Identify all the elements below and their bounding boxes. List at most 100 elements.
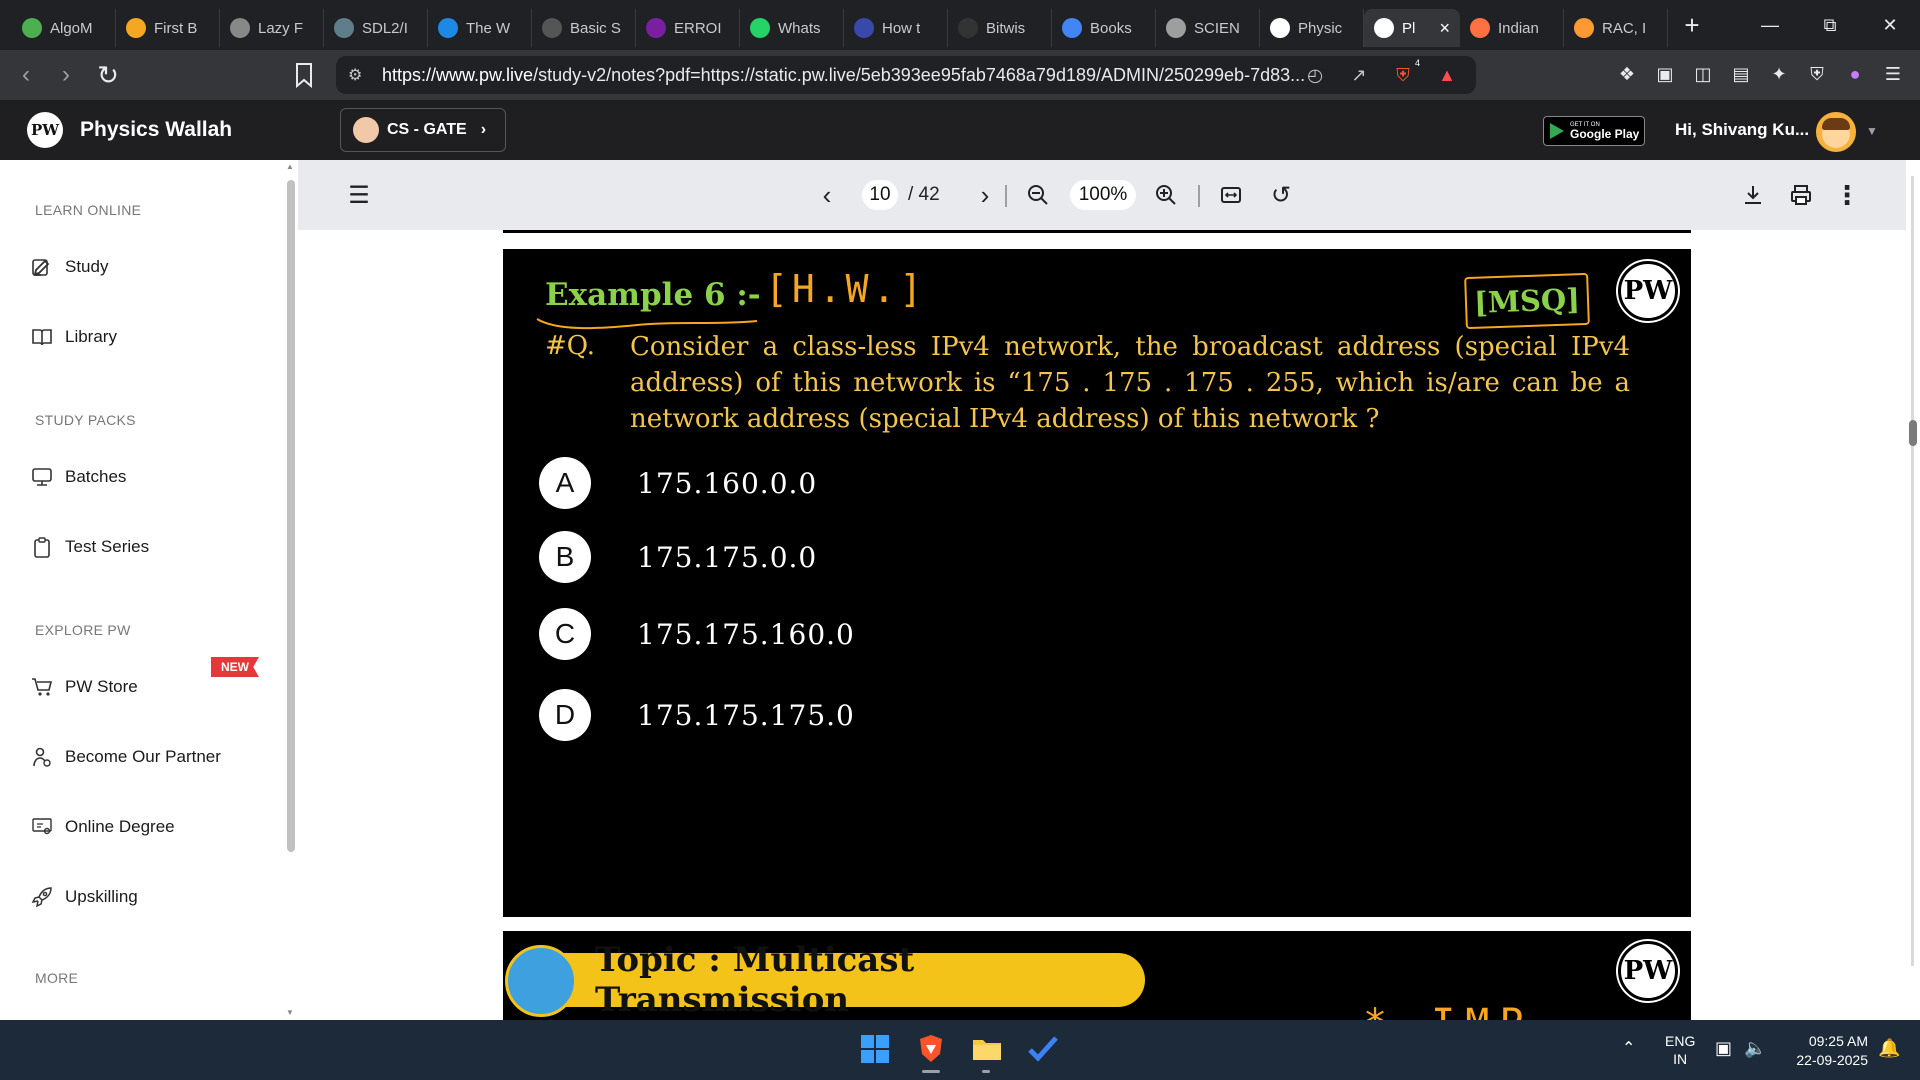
brave-browser-icon[interactable] [914, 1032, 948, 1066]
back-button[interactable]: ‹ [6, 61, 46, 89]
page-number-input[interactable]: 10 [862, 180, 898, 210]
menu-icon[interactable]: ☰ [1882, 62, 1904, 86]
wallet-icon[interactable]: ▤ [1730, 62, 1752, 86]
scroll-up-icon[interactable]: ▲ [286, 162, 294, 171]
leo-ai-icon[interactable]: ✦ [1768, 62, 1790, 86]
section-more: MORE [35, 970, 79, 986]
sidebar-toggle-icon[interactable]: ◫ [1692, 62, 1714, 86]
sidebar-item-label: Become Our Partner [65, 747, 221, 766]
browser-tab[interactable]: Pl × [1364, 9, 1460, 47]
brave-rewards-icon[interactable]: ▲ [1436, 64, 1458, 86]
browser-tab[interactable]: The W [428, 9, 532, 47]
forward-button[interactable]: › [46, 61, 86, 89]
site-settings-icon[interactable]: ⚙ [348, 65, 362, 85]
sidebar-scroll-thumb[interactable] [287, 180, 295, 852]
vpn-icon[interactable]: ⛨ [1806, 62, 1828, 86]
scroll-down-icon[interactable]: ▼ [286, 1008, 294, 1017]
tab-label: RAC, I [1602, 19, 1647, 37]
language-indicator[interactable]: ENG IN [1665, 1032, 1695, 1068]
browser-tab[interactable]: AlgoM [12, 9, 116, 47]
sidebar-item-become-partner[interactable]: Become Our Partner [30, 742, 221, 772]
previous-page-button[interactable]: ‹ [814, 180, 840, 210]
browser-tab[interactable]: Basic S [532, 9, 636, 47]
sidebar-item-pw-store[interactable]: PW Store [30, 672, 138, 702]
zoom-level[interactable]: 100% [1070, 180, 1136, 210]
history-icon[interactable]: ◴ [1304, 64, 1326, 86]
browser-tab[interactable]: SDL2/I [324, 9, 428, 47]
option-b: B 175.175.0.0 [539, 531, 817, 583]
user-greeting[interactable]: Hi, Shivang Ku... [1675, 120, 1809, 140]
minimize-button[interactable]: — [1740, 0, 1800, 50]
browser-tab[interactable]: RAC, I [1564, 9, 1668, 47]
restore-button[interactable]: ⧉ [1800, 0, 1860, 50]
new-tab-button[interactable]: + [1672, 10, 1712, 41]
chevron-up-icon[interactable]: ⌃ [1622, 1038, 1635, 1058]
close-window-button[interactable]: ✕ [1860, 0, 1920, 50]
msq-tag: [MSQ] [1464, 272, 1590, 330]
rotate-icon[interactable]: ↺ [1268, 182, 1294, 209]
close-tab-icon[interactable]: × [1439, 18, 1450, 39]
tab-favicon-icon [854, 18, 874, 38]
browser-tab[interactable]: First B [116, 9, 220, 47]
network-icon[interactable]: ▣ [1715, 1038, 1732, 1059]
sidebar-item-library[interactable]: Library [30, 322, 117, 352]
menu-hamburger-icon[interactable]: ☰ [346, 182, 372, 209]
browser-tab[interactable]: How t [844, 9, 948, 47]
browser-tab[interactable]: Indian [1460, 9, 1564, 47]
tab-label: Bitwis [986, 19, 1026, 37]
browser-tab[interactable]: Whats [740, 9, 844, 47]
address-bar[interactable]: ⚙ https://www.pw.live/study-v2/notes?pdf… [336, 56, 1476, 94]
reload-button[interactable]: ↻ [88, 60, 128, 91]
sidebar-item-label: PW Store [65, 677, 138, 696]
volume-icon[interactable]: 🔈 [1744, 1038, 1766, 1059]
browser-tab[interactable]: Books [1052, 9, 1156, 47]
batch-selector[interactable]: CS - GATE › [340, 108, 506, 152]
brand-name[interactable]: Physics Wallah [80, 118, 232, 142]
brave-shields-icon[interactable]: ⛨ 4 [1392, 58, 1420, 86]
extensions-icon[interactable]: ❖ [1616, 62, 1638, 86]
browser-tab[interactable]: Bitwis [948, 9, 1052, 47]
screenshot-icon[interactable]: ▣ [1654, 62, 1676, 86]
window-controls: — ⧉ ✕ [1740, 0, 1920, 50]
google-play-button[interactable]: GET IT ON Google Play [1543, 116, 1645, 146]
fit-width-icon[interactable] [1218, 182, 1244, 208]
todo-app-icon[interactable] [1026, 1032, 1060, 1066]
pw-logo[interactable]: PW [27, 112, 63, 148]
more-options-icon[interactable]: ⋮ [1834, 180, 1860, 210]
notification-bell-icon[interactable]: 🔔 [1878, 1038, 1900, 1059]
print-icon[interactable] [1788, 182, 1814, 208]
batch-icon [353, 117, 379, 143]
pdf-scroll-track[interactable] [1911, 176, 1914, 966]
sidebar-scrollbar[interactable]: ▲ ▼ [284, 160, 298, 1020]
browser-tab[interactable]: ERROI [636, 9, 740, 47]
sidebar-item-study[interactable]: Study [30, 252, 108, 282]
download-icon[interactable] [1740, 182, 1766, 208]
caret-down-icon[interactable]: ▼ [1866, 124, 1878, 138]
share-icon[interactable]: ↗ [1348, 64, 1370, 86]
option-value: 175.175.175.0 [637, 698, 855, 732]
bookmark-icon[interactable] [293, 60, 315, 90]
zoom-out-icon[interactable] [1025, 182, 1051, 208]
sidebar-item-label: Online Degree [65, 817, 175, 836]
sidebar-item-test-series[interactable]: Test Series [30, 532, 149, 562]
url-text[interactable]: https://www.pw.live/study-v2/notes?pdf=h… [382, 65, 1312, 86]
tab-favicon-icon [958, 18, 978, 38]
pdf-scroll-thumb[interactable] [1909, 420, 1917, 446]
topic-banner: Topic : Multicast Transmission [533, 940, 1145, 1020]
open-app-indicator [982, 1070, 990, 1073]
browser-tab[interactable]: Physic [1260, 9, 1364, 47]
sidebar-item-upskilling[interactable]: Upskilling [30, 882, 138, 912]
browser-tab[interactable]: Lazy F [220, 9, 324, 47]
clock[interactable]: 09:25 AM 22-09-2025 [1788, 1032, 1868, 1070]
sidebar-item-online-degree[interactable]: Online Degree [30, 812, 175, 842]
profile-icon[interactable]: ● [1844, 62, 1866, 86]
browser-tab[interactable]: SCIEN [1156, 9, 1260, 47]
sidebar-item-batches[interactable]: Batches [30, 462, 126, 492]
next-page-button[interactable]: › [972, 180, 998, 210]
sidebar-item-label: Batches [65, 467, 127, 486]
windows-start-icon[interactable] [858, 1032, 892, 1066]
handwritten-hw-note: [H.W.] [765, 267, 927, 311]
pdf-scrollbar[interactable] [1906, 160, 1920, 1020]
file-explorer-icon[interactable] [970, 1032, 1004, 1066]
zoom-in-icon[interactable] [1153, 182, 1179, 208]
